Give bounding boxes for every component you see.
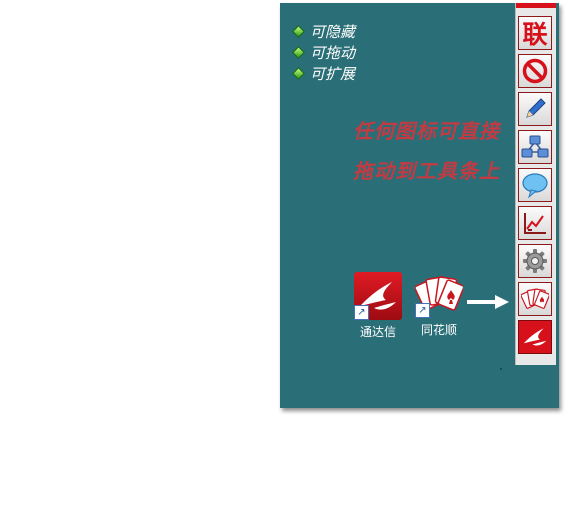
settings-button[interactable]	[518, 244, 552, 278]
chart-button[interactable]	[518, 206, 552, 240]
feature-label: 可扩展	[310, 65, 356, 83]
lian-text-icon: 联	[522, 20, 548, 49]
tonghuashun-button[interactable]	[518, 282, 552, 316]
feature-item: 可隐藏	[292, 21, 356, 42]
green-diamond-icon	[292, 46, 305, 59]
shortcut-arrow-icon: ↗	[354, 305, 369, 320]
green-diamond-icon	[292, 67, 305, 80]
shortcut-arrow-icon: ↗	[415, 303, 430, 318]
desktop-icon-tongdaxin[interactable]: ↗ 通达信	[348, 272, 408, 340]
right-arrow-icon	[467, 295, 509, 309]
feature-item: 可扩展	[292, 63, 356, 84]
green-diamond-icon	[292, 25, 305, 38]
chart-icon	[524, 213, 546, 234]
network-icon	[521, 135, 549, 158]
hint-line-2: 拖动到工具条上	[353, 159, 500, 183]
feature-list: 可隐藏 可拖动 可扩展	[292, 21, 356, 84]
playing-cards-icon	[521, 288, 549, 309]
hint-line-1: 任何图标可直接	[353, 119, 500, 143]
tongdaxin-button[interactable]	[518, 320, 552, 354]
dot-mark	[500, 368, 502, 370]
demo-panel: 可隐藏 可拖动 可扩展 任何图标可直接 拖动到工具条上 ↗ 通达信 ↗ 同花顺 …	[280, 3, 559, 408]
pencil-icon	[526, 98, 546, 118]
desktop-icon-label: 同花顺	[420, 323, 457, 337]
tongdaxin-logo-icon	[523, 328, 547, 346]
lian-button[interactable]: 联	[518, 16, 552, 50]
gear-icon	[523, 249, 547, 273]
prohibit-icon	[522, 58, 548, 84]
network-button[interactable]	[518, 130, 552, 164]
chat-button[interactable]	[518, 168, 552, 202]
feature-label: 可隐藏	[310, 23, 356, 41]
feature-label: 可拖动	[310, 44, 356, 62]
desktop-icon-tonghuashun[interactable]: ↗ 同花顺	[409, 270, 469, 338]
tongdaxin-logo-icon: ↗	[354, 272, 402, 320]
side-toolbar: 联	[515, 3, 556, 365]
desktop-icon-label: 通达信	[359, 325, 396, 339]
toolbar-accent-strip	[516, 3, 556, 8]
playing-cards-icon: ↗	[414, 270, 465, 318]
speech-bubble-icon	[522, 173, 548, 198]
edit-button[interactable]	[518, 92, 552, 126]
feature-item: 可拖动	[292, 42, 356, 63]
forbid-button[interactable]	[518, 54, 552, 88]
